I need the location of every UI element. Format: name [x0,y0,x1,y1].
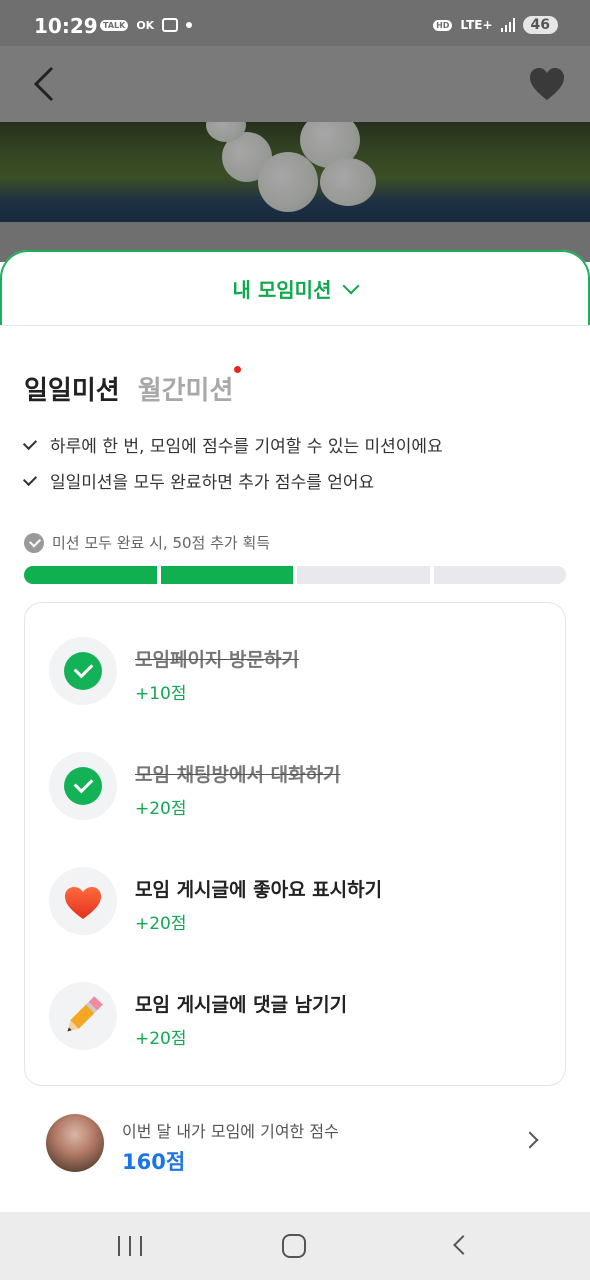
bonus-text: 미션 모두 완료 시, 50점 추가 획득 [52,534,271,552]
chevron-right-icon [521,1131,539,1149]
ok-icon: OK [136,18,155,32]
new-badge-dot [234,366,242,373]
mission-tabs: 일일미션 월간미션 [24,366,242,407]
sheet-title-label: 내 모임미션 [232,278,332,302]
divider [0,325,590,326]
note-line: 일일미션을 모두 완료하면 추가 점수를 얻어요 [22,468,375,493]
mission-title: 모임 채팅방에서 대화하기 [135,764,341,786]
app-bar [0,46,590,122]
sheet-title[interactable]: 내 모임미션 [0,274,590,303]
progress-segment [297,566,430,584]
mission-icon [49,982,117,1050]
status-time: 10:29 [34,14,98,38]
heart-icon [530,68,564,100]
mission-icon [49,637,117,705]
home-button[interactable] [282,1234,306,1258]
mission-item[interactable]: 모임 게시글에 좋아요 표시하기 +20점 [49,867,549,937]
check-icon [64,767,102,805]
chevron-down-icon [342,277,360,295]
check-icon [64,652,102,690]
signal-icon [500,18,515,32]
tab-monthly[interactable]: 월간미션 [137,366,242,407]
favorite-button[interactable] [528,66,566,102]
pencil-icon [67,996,103,1032]
dot-icon [186,22,193,28]
contribution-label: 이번 달 내가 모임에 기여한 점수 [122,1122,339,1141]
mission-points: +20점 [135,1029,187,1049]
progress-segment [433,566,566,584]
mission-list: 모임페이지 방문하기 +10점 모임 채팅방에서 대화하기 +20점 모임 게시… [24,602,566,1086]
note-line: 하루에 한 번, 모임에 점수를 기여할 수 있는 미션이에요 [22,432,443,457]
contribution-score: 160점 [122,1150,186,1174]
mission-icon [49,867,117,935]
check-icon [22,435,38,450]
status-system-icons: HD LTE+ 46 [433,16,558,34]
battery-icon: 46 [522,16,558,34]
contribution-row[interactable]: 이번 달 내가 모임에 기여한 점수 160점 [24,1112,566,1176]
status-notification-icons: TALK OK [100,18,193,32]
lte-icon: LTE+ [460,18,493,32]
mission-title: 모임페이지 방문하기 [135,649,299,671]
hd-icon: HD [433,19,453,31]
mission-item[interactable]: 모임 게시글에 댓글 남기기 +20점 [49,982,549,1052]
mission-sheet: 내 모임미션 일일미션 월간미션 하루에 한 번, 모임에 점수를 기여할 수 … [0,250,590,1212]
mission-points: +10점 [135,684,187,704]
mission-points: +20점 [135,799,187,819]
mission-item[interactable]: 모임페이지 방문하기 +10점 [49,637,549,707]
recent-apps-button[interactable] [118,1236,142,1256]
progress-segment [160,566,293,584]
note-text: 하루에 한 번, 모임에 점수를 기여할 수 있는 미션이에요 [50,437,443,457]
note-text: 일일미션을 모두 완료하면 추가 점수를 얻어요 [50,473,375,493]
avatar [46,1114,104,1172]
check-circle-icon [24,532,44,553]
back-button[interactable] [28,64,64,104]
mission-progress-bar [24,566,566,584]
mission-title: 모임 게시글에 댓글 남기기 [135,994,348,1016]
system-nav-bar [0,1212,590,1280]
status-bar: 10:29 TALK OK HD LTE+ 46 [0,0,590,46]
mission-item[interactable]: 모임 채팅방에서 대화하기 +20점 [49,752,549,822]
mission-title: 모임 게시글에 좋아요 표시하기 [135,879,383,901]
cover-image [0,122,590,222]
screenshot-icon [162,18,179,32]
progress-segment [24,566,157,584]
tab-monthly-label: 월간미션 [137,376,234,406]
mission-icon [49,752,117,820]
heart-icon [65,887,101,919]
mission-points: +20점 [135,914,187,934]
system-back-button[interactable] [453,1235,473,1255]
check-icon [22,471,38,486]
back-arrow-icon [33,66,54,102]
bonus-info: 미션 모두 완료 시, 50점 추가 획득 [24,532,270,553]
talk-icon: TALK [100,19,129,31]
tab-daily[interactable]: 일일미션 [24,370,120,407]
